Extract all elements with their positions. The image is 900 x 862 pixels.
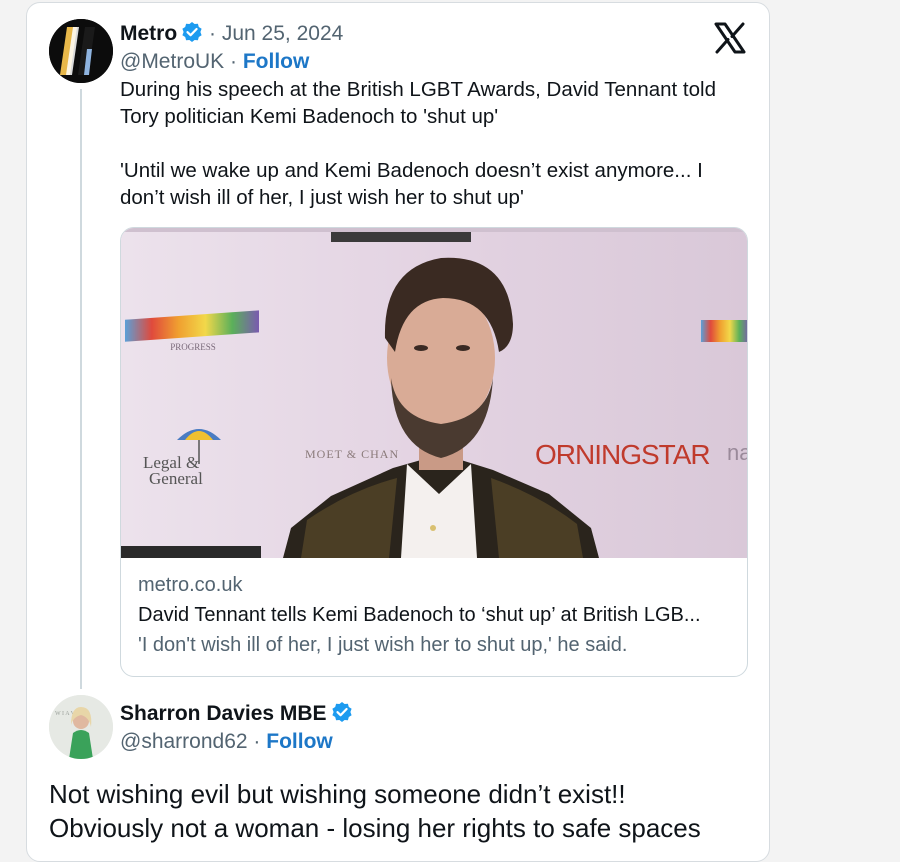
sponsor-partial: na [727,440,748,465]
link-description: 'I don't wish ill of her, I just wish he… [138,634,628,656]
main-tweet-handle-row: @MetroUK · Follow [120,49,309,75]
reply-text-line: Obviously not a woman - losing her right… [49,813,701,843]
verified-badge-icon [331,702,352,722]
tweet-text-line: 'Until we wake up and Kemi Badenoch does… [120,159,703,182]
author-handle[interactable]: @MetroUK [120,50,224,73]
author-name[interactable]: Sharron Davies MBE [120,702,327,725]
separator: · [253,730,261,753]
article-image: PROGRESS Legal & General MOET & CHAN ORN… [121,228,748,558]
tweet-text-line: Tory politician Kemi Badenoch to 'shut u… [120,105,499,128]
follow-button[interactable]: Follow [243,50,310,73]
tweet-quote: 'Until we wake up and Kemi Badenoch does… [120,157,750,211]
reply-tweet-handle-row: @sharrond62 · Follow [120,729,333,755]
reply-text-line: Not wishing evil but wishing someone did… [49,779,626,809]
thread-connector-line [80,89,82,689]
tweet-date[interactable]: Jun 25, 2024 [222,22,343,45]
tweet-text: During his speech at the British LGBT Aw… [120,76,750,130]
author-name[interactable]: Metro [120,22,177,45]
tweet-embed-card: Metro · Jun 25, 2024 @MetroUK · Follow D… [26,2,770,862]
tweet-text-line: don’t wish ill of her, I just wish her t… [120,186,524,209]
main-tweet-header: Metro · Jun 25, 2024 [120,21,343,47]
follow-button[interactable]: Follow [266,730,333,753]
x-logo-icon[interactable] [713,21,747,55]
profile-photo-icon: W I A V [49,695,113,759]
tweet-text-line: During his speech at the British LGBT Aw… [120,78,716,101]
reply-tweet-header: Sharron Davies MBE [120,701,353,727]
article-link-card[interactable]: PROGRESS Legal & General MOET & CHAN ORN… [120,227,748,677]
sponsor-legal-general-line2: General [149,469,203,488]
verified-badge-icon [182,22,202,42]
author-handle[interactable]: @sharrond62 [120,730,248,753]
separator: · [209,22,217,45]
reply-tweet-text: Not wishing evil but wishing someone did… [49,777,749,845]
sharron-avatar[interactable]: W I A V [49,695,113,759]
link-domain: metro.co.uk [138,574,243,596]
pride-banner-text: PROGRESS [170,342,216,352]
separator: · [230,50,238,73]
sponsor-moet: MOET & CHAN [305,447,399,461]
sponsor-morningstar: ORNINGSTAR [535,439,710,470]
article-photo: PROGRESS Legal & General MOET & CHAN ORN… [121,228,748,558]
link-title[interactable]: David Tennant tells Kemi Badenoch to ‘sh… [138,604,701,627]
metro-logo-icon [49,19,113,83]
metro-avatar[interactable] [49,19,113,83]
